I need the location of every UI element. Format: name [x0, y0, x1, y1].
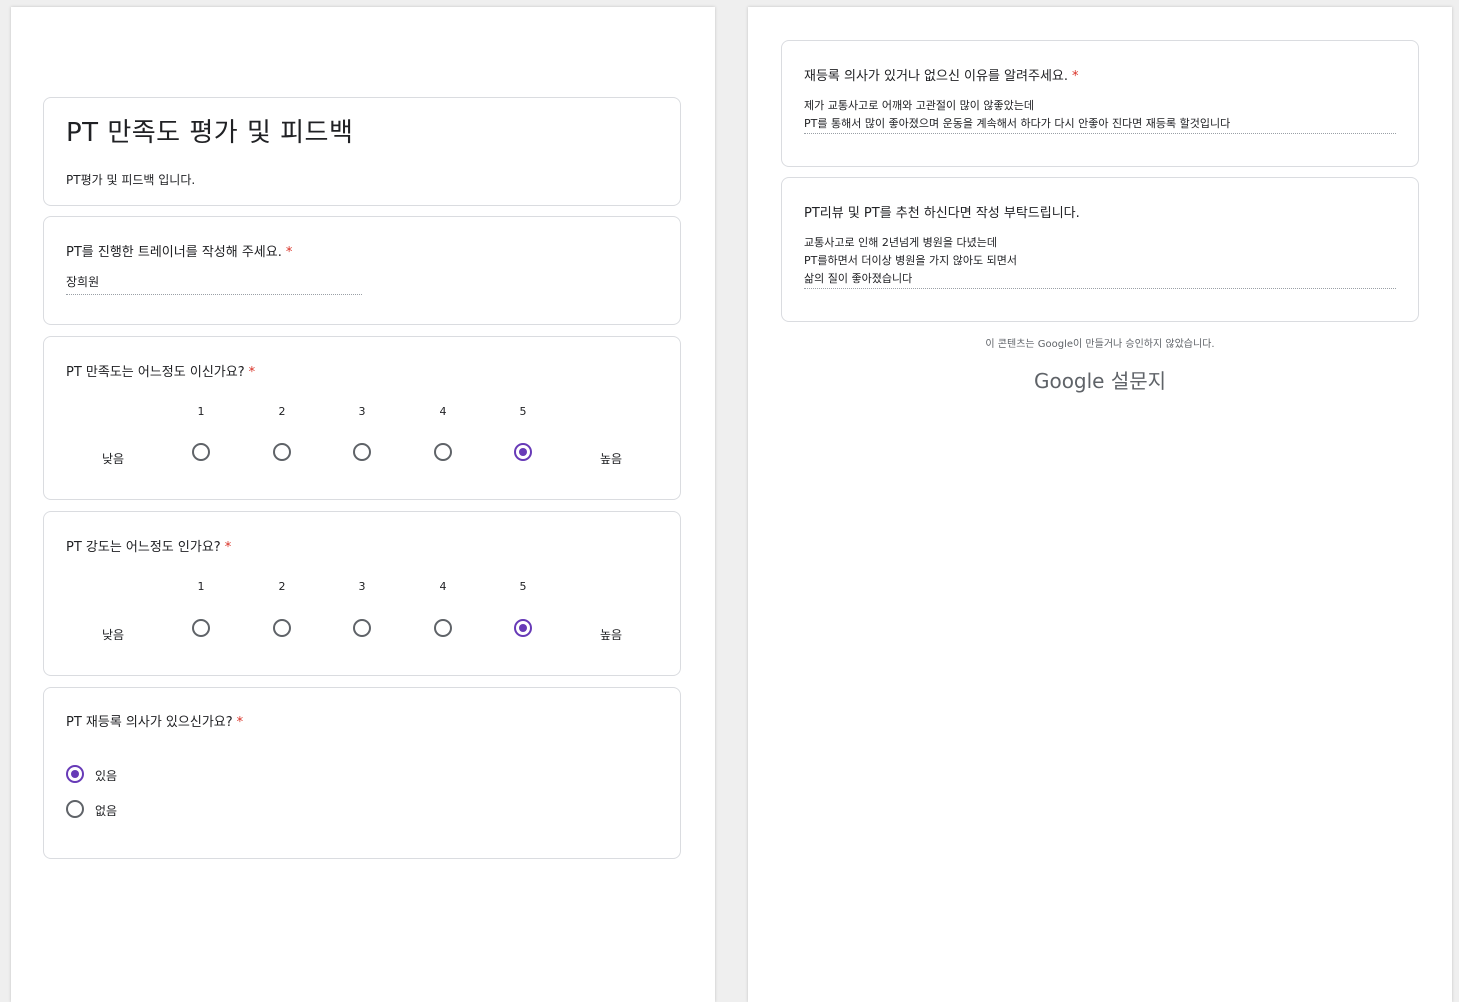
form-description: PT평가 및 피드백 입니다.: [66, 173, 196, 187]
question-title: PT 만족도는 어느정도 이신가요?: [66, 365, 245, 380]
scale-radio-4[interactable]: [434, 443, 452, 461]
scale-number-1: 1: [197, 405, 205, 418]
scale-number-2: 2: [278, 580, 286, 593]
answer-line: 교통사고로 인해 2년넘게 병원을 다녔는데: [804, 236, 998, 249]
scale-number-3: 3: [358, 405, 366, 418]
scale-radio-5[interactable]: [514, 443, 532, 461]
scale-number-5: 5: [519, 580, 527, 593]
required-mark: *: [236, 715, 244, 730]
google-forms-logo[interactable]: Google 설문지: [748, 365, 1452, 394]
required-mark: *: [285, 245, 293, 260]
scale-radio-2[interactable]: [273, 619, 291, 637]
trainer-answer-field[interactable]: 장희원: [66, 274, 362, 295]
question-title: 재등록 의사가 있거나 없으신 이유를 알려주세요.: [804, 69, 1068, 84]
question-title: PT 강도는 어느정도 인가요?: [66, 540, 221, 555]
scale-radio-3[interactable]: [353, 619, 371, 637]
question-card-review: PT리뷰 및 PT를 추천 하신다면 작성 부탁드립니다. 교통사고로 인해 2…: [781, 177, 1419, 322]
form-page-right: 재등록 의사가 있거나 없으신 이유를 알려주세요. * 제가 교통사고로 어깨와…: [748, 7, 1452, 1002]
scale-radio-3[interactable]: [353, 443, 371, 461]
question-card-reregister: PT 재등록 의사가 있으신가요? * 있음 없음: [43, 687, 681, 859]
scale-high-label: 높음: [599, 628, 623, 642]
scale-radio-5[interactable]: [514, 619, 532, 637]
question-title: PT리뷰 및 PT를 추천 하신다면 작성 부탁드립니다.: [804, 206, 1080, 221]
option-no-radio[interactable]: [66, 800, 84, 818]
answer-line: PT를하면서 더이상 병원을 가지 않아도 되면서: [804, 254, 1017, 267]
scale-number-5: 5: [519, 405, 527, 418]
required-mark: *: [224, 540, 232, 555]
option-no-label: 없음: [95, 804, 118, 818]
scale-number-1: 1: [197, 580, 205, 593]
form-title: PT 만족도 평가 및 피드백: [66, 118, 354, 148]
question-card-reason: 재등록 의사가 있거나 없으신 이유를 알려주세요. * 제가 교통사고로 어깨와…: [781, 40, 1419, 167]
required-mark: *: [248, 365, 256, 380]
scale-number-3: 3: [358, 580, 366, 593]
answer-line: PT를 통해서 많이 좋아졌으며 운동을 계속해서 하다가 다시 안좋아 진다면…: [804, 117, 1231, 130]
google-wordmark: Google: [1033, 369, 1105, 393]
scale-radio-2[interactable]: [273, 443, 291, 461]
question-title: PT를 진행한 트레이너를 작성해 주세요.: [66, 245, 282, 260]
required-mark: *: [1072, 69, 1079, 84]
question-card-trainer: PT를 진행한 트레이너를 작성해 주세요. * 장희원: [43, 216, 681, 325]
scale-high-label: 높음: [599, 452, 623, 466]
forms-wordmark: 설문지: [1110, 369, 1167, 393]
question-title: PT 재등록 의사가 있으신가요?: [66, 715, 233, 730]
review-answer-field[interactable]: 교통사고로 인해 2년넘게 병원을 다녔는데 PT를하면서 더이상 병원을 가지…: [804, 234, 1396, 289]
scale-low-label: 낮음: [101, 452, 125, 466]
reason-answer-field[interactable]: 제가 교통사고로 어깨와 고관절이 많이 않좋았는데 PT를 통해서 많이 좋아…: [804, 97, 1396, 134]
answer-line: 삶의 질이 좋아졌습니다: [804, 272, 913, 285]
form-title-card: PT 만족도 평가 및 피드백 PT평가 및 피드백 입니다.: [43, 97, 681, 206]
scale-radio-1[interactable]: [192, 619, 210, 637]
scale-number-4: 4: [439, 405, 447, 418]
answer-line: 제가 교통사고로 어깨와 고관절이 많이 않좋았는데: [804, 99, 1035, 112]
option-yes-radio[interactable]: [66, 765, 84, 783]
option-yes-label: 있음: [95, 769, 118, 783]
scale-radio-1[interactable]: [192, 443, 210, 461]
scale-radio-4[interactable]: [434, 619, 452, 637]
question-card-satisfaction: PT 만족도는 어느정도 이신가요? * 1 2 3 4 5 낮음 높음: [43, 336, 681, 500]
disclaimer-text: 이 콘텐츠는 Google이 만들거나 승인하지 않았습니다.: [985, 339, 1215, 350]
question-card-intensity: PT 강도는 어느정도 인가요? * 1 2 3 4 5 낮음 높음: [43, 511, 681, 676]
scale-number-2: 2: [278, 405, 286, 418]
scale-low-label: 낮음: [101, 628, 125, 642]
scale-number-4: 4: [439, 580, 447, 593]
form-page-left: PT 만족도 평가 및 피드백 PT평가 및 피드백 입니다. PT를 진행한 …: [11, 7, 715, 1002]
